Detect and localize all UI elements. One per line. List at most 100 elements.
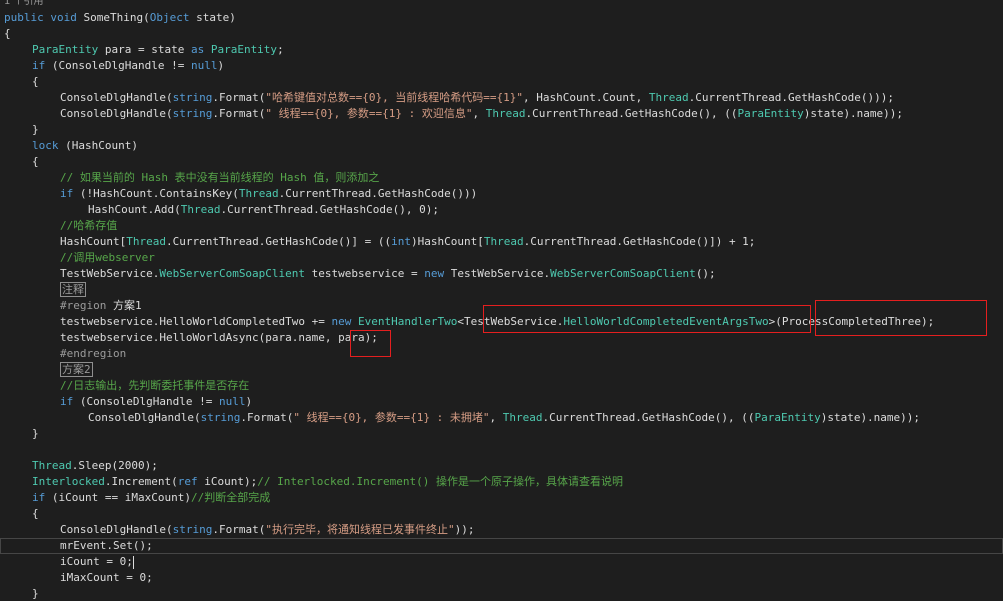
codelens-references[interactable]: 1 个引用 [4, 0, 44, 10]
code-token: para = state [98, 43, 191, 56]
code-line[interactable]: ConsoleDlgHandle(string.Format(" 线程=={0}… [0, 106, 903, 122]
code-line[interactable]: //调用webserver [0, 250, 155, 266]
code-token: (!HashCount.ContainsKey( [73, 187, 239, 200]
code-token: Interlocked [32, 475, 105, 488]
code-line[interactable]: #endregion [0, 346, 126, 362]
code-token: ; [277, 43, 284, 56]
code-token: as [190, 43, 205, 56]
code-token: ConsoleDlgHandle( [60, 91, 173, 104]
code-token: //判断全部完成 [190, 491, 271, 504]
code-token: , HashCount.Count, [523, 91, 649, 104]
code-line[interactable]: mrEvent.Set(); [0, 538, 1003, 554]
code-token: .CurrentThread.GetHashCode(), (( [525, 107, 738, 120]
code-token: (iCount == iMaxCount) [45, 491, 191, 504]
code-token: new [424, 267, 445, 280]
code-line[interactable]: if (ConsoleDlgHandle != null) [0, 58, 224, 74]
code-token: <TestWebService. [457, 315, 564, 328]
code-token: } [32, 427, 39, 440]
code-line[interactable]: } [0, 586, 39, 601]
code-token: )); [454, 523, 475, 536]
code-token: #region [60, 299, 107, 312]
code-line[interactable]: #region 方案1 [0, 298, 142, 314]
code-editor[interactable]: 1 个引用 public void SomeThing(Object state… [0, 0, 1003, 601]
code-line[interactable]: //哈希存值 [0, 218, 117, 234]
code-token: ParaEntity [210, 43, 278, 56]
code-token: TestWebService. [60, 267, 160, 280]
code-line[interactable]: testwebservice.HelloWorldAsync(para.name… [0, 330, 378, 346]
code-token: ParaEntity [737, 107, 804, 120]
code-line[interactable]: { [0, 506, 39, 522]
code-token: ConsoleDlgHandle( [88, 411, 201, 424]
code-line[interactable] [0, 442, 32, 458]
code-line[interactable]: { [0, 74, 39, 90]
code-line[interactable]: // 如果当前的 Hash 表中没有当前线程的 Hash 值，则添加之 [0, 170, 379, 186]
code-token: public [4, 11, 44, 24]
code-token: "执行完毕，将通知线程已发事件终止" [265, 523, 455, 536]
code-token: if [32, 491, 46, 504]
code-token: "哈希键值对总数=={0}, 当前线程哈希代码=={1}" [265, 91, 524, 104]
code-token: null [190, 59, 218, 72]
code-token: //日志输出，先判断委托事件是否存在 [60, 379, 250, 392]
code-token: .Increment( [104, 475, 178, 488]
code-line[interactable]: if (ConsoleDlgHandle != null) [0, 394, 252, 410]
code-token: string [172, 107, 213, 120]
collapsed-region[interactable]: 注释 [60, 282, 86, 297]
code-line[interactable]: } [0, 426, 39, 442]
code-token: ConsoleDlgHandle( [60, 523, 173, 536]
code-token: (); [695, 267, 716, 280]
code-token: iMaxCount = 0; [60, 571, 153, 584]
code-line[interactable]: HashCount[Thread.CurrentThread.GetHashCo… [0, 234, 755, 250]
code-line[interactable]: ConsoleDlgHandle(string.Format("哈希键值对总数=… [0, 90, 894, 106]
code-token: } [32, 123, 39, 136]
code-token: ParaEntity [754, 411, 821, 424]
code-line[interactable]: //日志输出，先判断委托事件是否存在 [0, 378, 249, 394]
code-token: string [200, 411, 241, 424]
code-token: { [32, 75, 39, 88]
code-token: WebServerComSoapClient [550, 267, 696, 280]
code-token: (ConsoleDlgHandle != [45, 59, 191, 72]
code-token: iCount = 0; [60, 555, 133, 568]
code-line[interactable]: lock (HashCount) [0, 138, 138, 154]
code-token: new [331, 315, 352, 328]
code-line[interactable]: } [0, 122, 39, 138]
code-line[interactable]: iCount = 0; [0, 554, 134, 570]
code-token: HashCount.Add( [88, 203, 181, 216]
code-token: ref [177, 475, 198, 488]
code-token: Thread [483, 235, 524, 248]
code-token: TestWebService. [444, 267, 551, 280]
code-token: .Format( [240, 411, 294, 424]
code-line[interactable]: { [0, 26, 11, 42]
code-token: testwebservice.HelloWorldAsync(para.name… [60, 331, 378, 344]
code-line[interactable]: public void SomeThing(Object state) [0, 10, 236, 26]
code-token: (HashCount) [58, 139, 138, 152]
code-line[interactable]: Thread.Sleep(2000); [0, 458, 158, 474]
code-line[interactable]: 注释 [0, 282, 86, 298]
code-line[interactable]: { [0, 154, 39, 170]
code-line[interactable]: ConsoleDlgHandle(string.Format(" 线程=={0}… [0, 410, 920, 426]
code-line[interactable]: testwebservice.HelloWorldCompletedTwo +=… [0, 314, 934, 330]
code-line[interactable]: ConsoleDlgHandle(string.Format("执行完毕，将通知… [0, 522, 474, 538]
code-token: if [32, 59, 46, 72]
code-token: .CurrentThread.GetHashCode()]) + 1; [523, 235, 756, 248]
code-token: iCount); [197, 475, 258, 488]
code-line[interactable]: if (!HashCount.ContainsKey(Thread.Curren… [0, 186, 477, 202]
code-token: " 线程=={0}, 参数=={1} : 未拥堵" [293, 411, 490, 424]
code-line[interactable]: TestWebService.WebServerComSoapClient te… [0, 266, 716, 282]
code-token: Thread [502, 411, 543, 424]
code-line[interactable]: ParaEntity para = state as ParaEntity; [0, 42, 284, 58]
collapsed-region[interactable]: 方案2 [60, 362, 93, 377]
code-token: ParaEntity [32, 43, 99, 56]
code-token: Thread [32, 459, 72, 472]
code-line[interactable]: Interlocked.Increment(ref iCount);// Int… [0, 474, 623, 490]
code-token: #endregion [60, 347, 127, 360]
code-token: lock [32, 139, 59, 152]
code-token: Thread [648, 91, 689, 104]
code-token: .CurrentThread.GetHashCode())) [278, 187, 478, 200]
code-line[interactable]: 方案2 [0, 362, 93, 378]
code-line[interactable]: if (iCount == iMaxCount)//判断全部完成 [0, 490, 270, 506]
code-line[interactable]: iMaxCount = 0; [0, 570, 153, 586]
code-token: testwebservice.HelloWorldCompletedTwo += [60, 315, 332, 328]
code-line[interactable]: HashCount.Add(Thread.CurrentThread.GetHa… [0, 202, 439, 218]
code-token: } [32, 587, 39, 600]
code-token: Thread [126, 235, 166, 248]
